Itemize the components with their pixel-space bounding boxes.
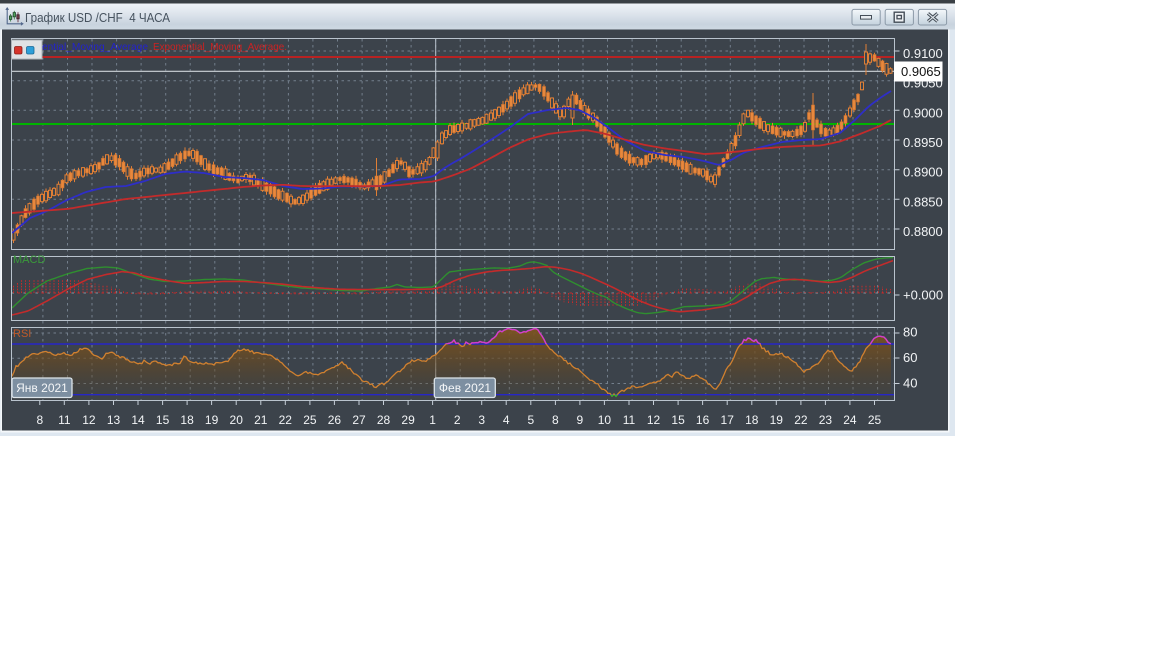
svg-text:+0.000: +0.000 [903, 288, 943, 303]
svg-text:19: 19 [205, 413, 219, 427]
svg-text:29: 29 [401, 413, 415, 427]
svg-text:0.9000: 0.9000 [903, 105, 943, 120]
svg-text:0.9065: 0.9065 [901, 64, 941, 79]
svg-text:12: 12 [82, 413, 96, 427]
svg-text:20: 20 [230, 413, 244, 427]
svg-text:16: 16 [696, 413, 710, 427]
svg-text:2: 2 [454, 413, 461, 427]
svg-text:Янв 2021: Янв 2021 [16, 381, 68, 395]
svg-text:14: 14 [131, 413, 145, 427]
svg-text:Exponential_Moving_Average.: Exponential_Moving_Average. [153, 41, 287, 53]
svg-text:4: 4 [503, 413, 510, 427]
svg-text:22: 22 [279, 413, 293, 427]
svg-text:18: 18 [745, 413, 759, 427]
svg-text:12: 12 [647, 413, 661, 427]
svg-text:9: 9 [577, 413, 584, 427]
svg-text:8: 8 [552, 413, 559, 427]
svg-text:11: 11 [58, 413, 71, 427]
svg-text:11: 11 [623, 413, 636, 427]
svg-text:21: 21 [254, 413, 268, 427]
svg-text:ential_Moving_Average: ential_Moving_Average [42, 41, 148, 53]
svg-text:0.8850: 0.8850 [903, 194, 943, 209]
svg-text:13: 13 [107, 413, 121, 427]
svg-text:15: 15 [671, 413, 685, 427]
svg-text:0.8800: 0.8800 [903, 224, 943, 239]
svg-text:26: 26 [328, 413, 342, 427]
svg-text:17: 17 [721, 413, 735, 427]
svg-text:80: 80 [903, 325, 917, 340]
svg-text:27: 27 [352, 413, 366, 427]
svg-text:Фев 2021: Фев 2021 [439, 381, 492, 395]
svg-text:25: 25 [303, 413, 317, 427]
svg-text:0.9100: 0.9100 [903, 46, 943, 61]
svg-text:18: 18 [180, 413, 194, 427]
svg-text:40: 40 [903, 376, 917, 391]
svg-text:MACD: MACD [13, 254, 45, 266]
svg-text:19: 19 [770, 413, 784, 427]
svg-text:23: 23 [819, 413, 833, 427]
svg-text:0.8900: 0.8900 [903, 165, 943, 180]
svg-text:24: 24 [843, 413, 857, 427]
svg-text:25: 25 [868, 413, 882, 427]
svg-text:3: 3 [478, 413, 485, 427]
svg-text:28: 28 [377, 413, 391, 427]
svg-text:60: 60 [903, 350, 917, 365]
svg-text:10: 10 [598, 413, 612, 427]
svg-text:.: . [149, 41, 152, 53]
svg-text:8: 8 [36, 413, 43, 427]
svg-text:15: 15 [156, 413, 170, 427]
svg-text:22: 22 [794, 413, 808, 427]
svg-text:0.8950: 0.8950 [903, 135, 943, 150]
svg-text:График USD /CHF 4 ЧАСА: График USD /CHF 4 ЧАСА [25, 10, 170, 25]
svg-text:5: 5 [527, 413, 534, 427]
svg-text:1: 1 [429, 413, 436, 427]
svg-text:RSI: RSI [13, 328, 31, 340]
